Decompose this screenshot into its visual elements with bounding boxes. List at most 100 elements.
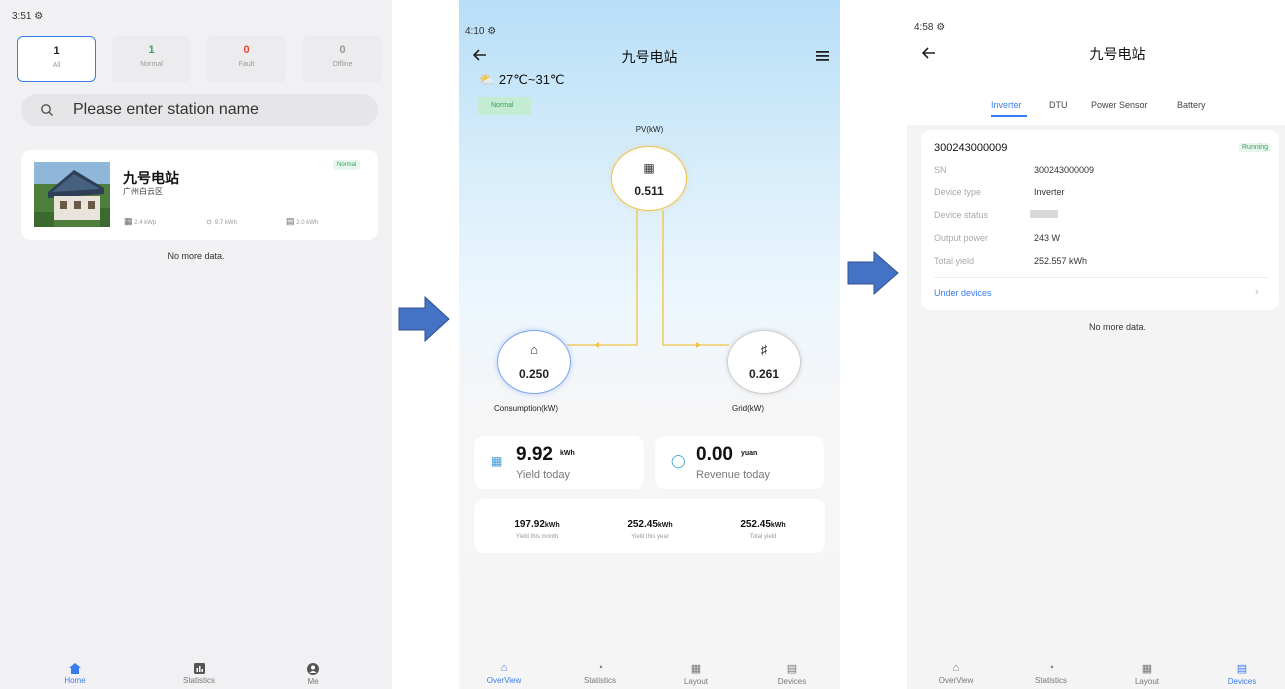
yield-today-unit: kWh [560,450,575,457]
status-time: 4:58 [914,22,934,33]
consumption-node[interactable]: ⌂ 0.250 [497,330,571,394]
device-id: 300243000009 [934,142,1008,154]
total-value: 252.45 [740,519,771,530]
tab-fault[interactable]: 0 Fault [207,36,286,82]
total-label: Yield this year [631,534,669,540]
pie-chart-icon: ◔ [596,662,604,674]
solar-panel-icon: ▦ [124,216,133,226]
gear-icon: ⚙ [34,11,44,22]
devices-icon: ▤ [1236,663,1248,675]
row-label: Device type [934,187,982,197]
status-badge: Normal [333,160,361,170]
nav-layout[interactable]: ▦ Layout [1124,662,1170,686]
nav-label: Layout [683,677,709,686]
nav-label: Devices [777,677,807,686]
page-title: 九号电站 [1089,46,1146,62]
status-time: 3:51 [12,11,32,22]
station-list-screen: 3:51 ⚙ 1 All 1 Normal 0 Fault 0 Offline … [0,0,392,689]
search-input[interactable]: Please enter station name [21,94,378,126]
solar-panel-icon: ▦ [643,161,655,175]
device-card[interactable]: 300243000009 Running SN 300243000009 Dev… [921,130,1279,310]
bottom-nav: ⌂ OverView ◔ Statistics ▦ Layout ▤ Devic… [459,662,840,689]
tab-label: Offline [332,61,353,68]
total-label: Total yield [749,534,777,540]
nav-overview[interactable]: ⌂ OverView [933,662,979,685]
station-name: 九号电站 [123,170,179,186]
yield-stat: ☼ 9.7 kWh [205,216,237,226]
yield-today-card[interactable]: ▦ 9.92 kWh Yield today [474,436,644,489]
revenue-today-label: Revenue today [696,469,770,481]
grid-label: Grid(kW) [732,404,764,413]
tab-count: 0 [339,44,346,56]
tab-inverter[interactable]: Inverter [991,100,1022,110]
row-value: Inverter [1034,187,1065,197]
tab-battery[interactable]: Battery [1177,100,1206,110]
gear-icon: ⚙ [936,22,946,33]
tab-label: Normal [140,61,163,68]
status-bar: 3:51 ⚙ [12,11,43,22]
pv-value: 0.511 [634,184,664,198]
nav-label: OverView [486,676,522,685]
nav-label: Statistics [1034,676,1067,685]
row-value: 252.557 kWh [1034,256,1088,266]
storage-value: 2.0 kWh [296,220,319,226]
row-value: 300243000009 [1034,165,1095,175]
tab-power-sensor[interactable]: Power Sensor [1091,100,1148,110]
total-unit: kWh [657,522,673,529]
coin-icon: ◯ [671,453,686,468]
tab-dtu[interactable]: DTU [1049,100,1068,110]
nav-devices[interactable]: ▤ Devices [1219,662,1265,686]
overview-screen: 4:10 ⚙ 九号电站 ⛅ 27℃~31℃ Normal PV(kW) ▦ 0.… [459,0,840,689]
pv-node[interactable]: ▦ 0.511 [611,146,687,211]
row-label: Output power [934,233,989,243]
nav-layout[interactable]: ▦ Layout [673,662,719,686]
nav-label: Home [64,676,86,685]
battery-icon: ▤ [286,216,295,226]
bottom-nav: ⌂ OverView ◔ Statistics ▦ Layout ▤ Devic… [907,662,1285,689]
status-bar: 4:58 ⚙ [914,22,945,33]
grid-value: 0.261 [748,367,780,381]
tab-count: 1 [148,44,155,56]
tab-normal[interactable]: 1 Normal [112,36,191,82]
tab-offline[interactable]: 0 Offline [303,36,382,82]
power-tower-icon: ♯ [760,342,768,357]
home-icon: ⌂ [530,342,538,357]
nav-label: OverView [938,676,974,685]
total-all: 252.45kWh Total yield [708,514,818,540]
no-more-data: No more data. [167,251,225,261]
running-badge: Running [1239,143,1272,152]
revenue-today-card[interactable]: ◯ 0.00 yuan Revenue today [655,436,824,489]
chevron-right-icon[interactable]: › [1255,286,1259,298]
nav-label: Statistics [583,676,616,685]
totals-card: 197.92kWh Yield this month 252.45kWh Yie… [474,499,825,553]
consumption-value: 0.250 [518,367,550,381]
grid-icon: ▦ [1141,663,1153,675]
storage-stat: ▤ 2.0 kWh [286,216,318,227]
home-icon: ⌂ [952,662,960,674]
nav-home[interactable]: Home [55,663,95,685]
station-card[interactable]: 九号电站 广州白云区 Normal ▦ 2.4 kWp ☼ 9.7 kWh ▤ … [21,150,378,240]
yield-today-label: Yield today [516,469,571,481]
under-devices-link[interactable]: Under devices [934,288,992,298]
revenue-today-value: 0.00 [696,444,733,465]
devices-screen: 4:58 ⚙ 九号电站 Inverter DTU Power Sensor Ba… [907,0,1285,689]
tab-underline [991,115,1027,117]
nav-me[interactable]: Me [300,663,326,686]
total-unit: kWh [544,522,560,529]
total-value: 252.45 [627,519,658,530]
tab-all[interactable]: 1 All [17,36,96,82]
nav-overview[interactable]: ⌂ OverView [481,662,527,685]
nav-statistics[interactable]: ◔ Statistics [1028,662,1074,685]
home-icon: ⌂ [500,662,508,674]
nav-statistics[interactable]: Statistics [174,663,224,685]
capacity-value: 2.4 kWp [134,220,157,226]
grid-icon: ▦ [690,663,702,675]
yield-value: 9.7 kWh [214,220,237,226]
grid-node[interactable]: ♯ 0.261 [727,330,801,394]
nav-statistics[interactable]: ◔ Statistics [577,662,623,685]
station-location: 广州白云区 [123,187,163,196]
user-icon [307,663,319,675]
nav-devices[interactable]: ▤ Devices [769,662,815,686]
sun-icon: ☼ [205,216,214,226]
flow-arrow-icon [847,251,899,295]
